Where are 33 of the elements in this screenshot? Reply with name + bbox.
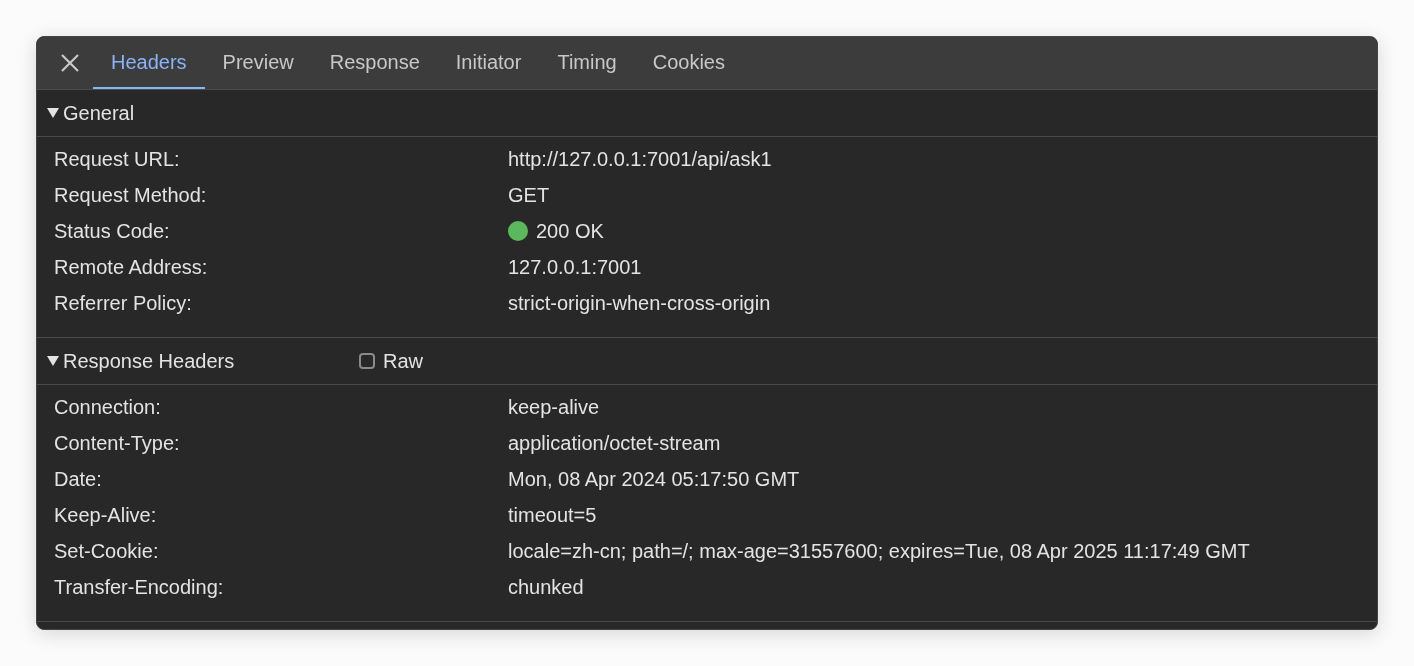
header-value: locale=zh-cn; path=/; max-age=31557600; expires=Tue, 08 Apr 2025 11:17:49 GMT [508, 539, 1251, 563]
header-name: Set-Cookie: [54, 539, 160, 563]
tab[interactable]: Cookies [634, 37, 743, 89]
triangle-down-icon [47, 107, 59, 119]
header-value: GET [508, 183, 551, 207]
header-name: Keep-Alive: [54, 503, 158, 527]
tab[interactable]: Response [311, 37, 438, 89]
header-value: timeout=5 [508, 503, 598, 527]
header-name: Status Code: [54, 219, 171, 243]
triangle-down-icon [47, 355, 59, 367]
header-name: Remote Address: [54, 255, 209, 279]
section-toggle[interactable]: Response Headers [47, 349, 359, 373]
tab[interactable]: Headers [93, 37, 205, 89]
header-value: strict-origin-when-cross-origin [508, 291, 772, 315]
header-value: Mon, 08 Apr 2024 05:17:50 GMT [508, 467, 801, 491]
header-name: Connection: [54, 395, 162, 419]
header-name: Content-Type: [54, 431, 181, 455]
header-value: 127.0.0.1:7001 [508, 255, 643, 279]
header-name: Referrer Policy: [54, 291, 193, 315]
header-value: application/octet-stream [508, 431, 722, 455]
header-value: keep-alive [508, 395, 601, 419]
header-name: Request Method: [54, 183, 208, 207]
header-name: Request URL: [54, 147, 181, 171]
header-name: Transfer-Encoding: [54, 575, 225, 599]
header-value: chunked [508, 575, 585, 599]
tab[interactable]: Timing [539, 37, 635, 89]
header-value: http://127.0.0.1:7001/api/ask1 [508, 147, 773, 171]
header-value: 200 OK [508, 219, 1377, 243]
header-name: Date: [54, 467, 103, 491]
section-toggle[interactable]: General [47, 101, 359, 125]
tab[interactable]: Preview [204, 37, 312, 89]
raw-checkbox[interactable]: Raw [359, 349, 423, 373]
tab[interactable]: Initiator [437, 37, 540, 89]
